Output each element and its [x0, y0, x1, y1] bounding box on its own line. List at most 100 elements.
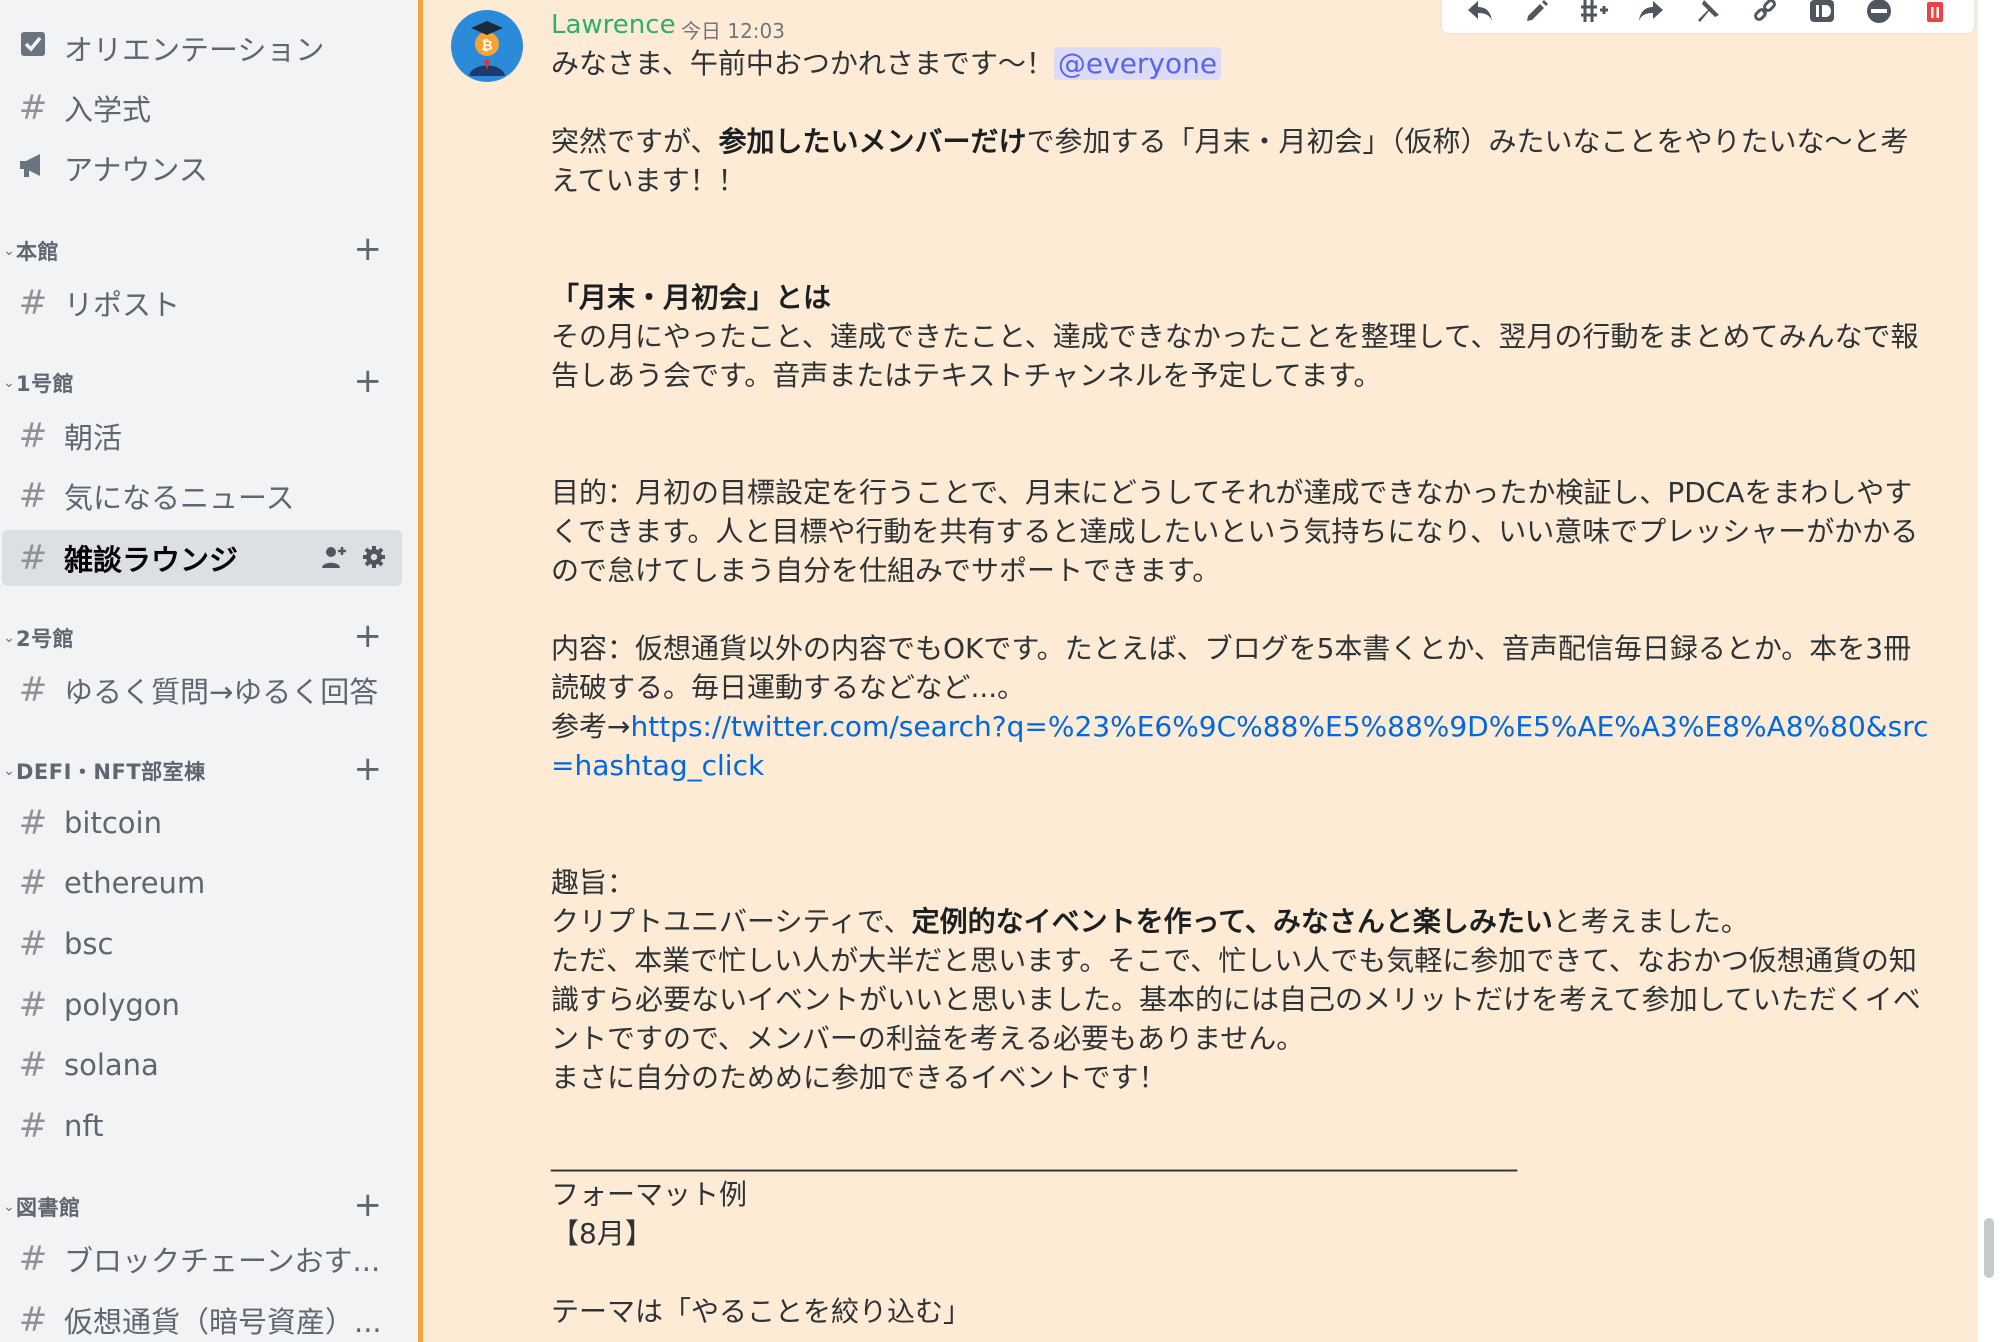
category-honkan[interactable]: ⌄ 本館 + — [0, 232, 400, 266]
purpose-paragraph: 目的：月初の目標設定を行うことで、月末にどうしてそれが達成できなかったか検証し、… — [551, 476, 1919, 587]
category-toshokan[interactable]: ⌄ 図書館 + — [0, 1188, 400, 1222]
category-label: 2号館 — [16, 627, 75, 651]
channel-orientation[interactable]: オリエンテーション — [2, 20, 402, 76]
hash-icon: # — [18, 416, 48, 456]
channel-announce[interactable]: アナウンス — [2, 140, 402, 196]
message-timestamp: 今日 12:03 — [681, 19, 785, 43]
message-pane: ₿ Lawrence 今日 12:03 みなさま、午前中おつかれさまです〜！ @… — [418, 0, 2000, 1342]
channel-label: アナウンス — [64, 153, 208, 187]
hash-icon: # — [18, 476, 48, 516]
channel-repost[interactable]: # リポスト — [2, 275, 402, 331]
channel-label: ゆるく質問→ゆるく回答 — [64, 675, 379, 709]
category-label: 1号館 — [16, 372, 75, 396]
chevron-down-icon: ⌄ — [3, 1199, 15, 1215]
copy-id-icon[interactable] — [1807, 0, 1837, 25]
hash-icon: # — [18, 803, 48, 843]
scrollbar[interactable] — [1984, 1218, 1994, 1278]
svg-text:₿: ₿ — [481, 38, 492, 54]
megaphone-icon — [2, 148, 64, 188]
chevron-down-icon: ⌄ — [3, 243, 15, 259]
create-channel-button[interactable]: + — [354, 619, 383, 653]
hash-icon: # — [18, 863, 48, 903]
hash-icon: # — [18, 1239, 48, 1279]
category-2gokan[interactable]: ⌄ 2号館 + — [0, 619, 400, 653]
hash-icon: # — [18, 1106, 48, 1146]
channel-zatsudan-lounge[interactable]: # 雑談ラウンジ — [2, 530, 402, 586]
channel-bsc[interactable]: # bsc — [2, 916, 402, 972]
everyone-mention[interactable]: @everyone — [1053, 47, 1222, 80]
message-author[interactable]: Lawrence — [551, 10, 676, 40]
reference-line: 参考→https://twitter.com/search?q=%23%E6%9… — [551, 710, 1929, 782]
separator-line: ________________________________________… — [551, 1139, 1517, 1172]
hash-icon: # — [18, 985, 48, 1025]
channel-kasou-tsuka[interactable]: # 仮想通貨（暗号資産）... — [2, 1292, 402, 1342]
section-heading: 「月末・月初会」とは — [551, 281, 832, 314]
gear-icon[interactable] — [362, 545, 386, 573]
hash-icon: # — [18, 670, 48, 710]
channel-nft[interactable]: # nft — [2, 1098, 402, 1154]
category-1gokan[interactable]: ⌄ 1号館 + — [0, 364, 400, 398]
more-actions-icon[interactable] — [1864, 0, 1894, 25]
description-paragraph: その月にやったこと、達成できたこと、達成できなかったことを整理して、翌月の行動を… — [551, 320, 1919, 392]
channel-label: ブロックチェーンおす... — [64, 1244, 381, 1278]
channel-polygon[interactable]: # polygon — [2, 977, 402, 1033]
format-month: 【8月】 — [551, 1217, 653, 1250]
hash-icon: # — [18, 88, 48, 128]
hash-icon: # — [18, 538, 48, 578]
channel-nyugakushiki[interactable]: # 入学式 — [2, 80, 402, 136]
channel-blockchain-osusume[interactable]: # ブロックチェーンおす... — [2, 1231, 402, 1287]
create-thread-icon[interactable] — [1579, 0, 1609, 25]
format-title: フォーマット例 — [551, 1178, 748, 1211]
content-paragraph: 内容：仮想通貨以外の内容でもOKです。たとえば、ブログを5本書くとか、音声配信毎… — [551, 632, 1912, 704]
channel-label: polygon — [64, 988, 180, 1022]
category-label: 図書館 — [16, 1196, 81, 1220]
channel-label: リポスト — [64, 288, 181, 322]
category-defi-nft[interactable]: ⌄ DEFI・NFT部室棟 + — [0, 752, 400, 786]
channel-label: オリエンテーション — [64, 33, 325, 67]
intent-paragraph: クリプトユニバーシティで、定例的なイベントを作って、みなさんと楽しみたいと考えま… — [551, 905, 1749, 938]
channel-yuruku-shitsumon[interactable]: # ゆるく質問→ゆるく回答 — [2, 662, 402, 718]
channel-label: ethereum — [64, 866, 206, 900]
channel-label: bsc — [64, 927, 114, 961]
create-channel-button[interactable]: + — [354, 752, 383, 786]
intro-paragraph: 突然ですが、参加したいメンバーだけで参加する「月末・月初会」（仮称）みたいなこと… — [551, 125, 1909, 197]
hash-icon: # — [18, 1300, 48, 1340]
create-channel-button[interactable]: + — [354, 364, 383, 398]
message-toolbar — [1441, 0, 1975, 34]
highlighted-message: ₿ Lawrence 今日 12:03 みなさま、午前中おつかれさまです〜！ @… — [418, 0, 1978, 1342]
channel-label: 気になるニュース — [64, 481, 295, 515]
channel-label: 朝活 — [64, 421, 123, 455]
channel-label: 入学式 — [64, 93, 152, 127]
channel-actions — [320, 544, 386, 574]
intent-title: 趣旨： — [551, 866, 636, 899]
channel-label: solana — [64, 1048, 159, 1082]
channel-bitcoin[interactable]: # bitcoin — [2, 795, 402, 851]
channel-label: 仮想通貨（暗号資産）... — [64, 1305, 382, 1339]
forward-icon[interactable] — [1636, 0, 1666, 25]
chevron-down-icon: ⌄ — [3, 763, 15, 779]
channel-asakatsu[interactable]: # 朝活 — [2, 408, 402, 464]
pin-icon[interactable] — [1693, 0, 1723, 25]
channel-sidebar: オリエンテーション # 入学式 アナウンス ⌄ 本館 + # リポスト ⌄ 1号… — [0, 0, 418, 1342]
message-content: みなさま、午前中おつかれさまです〜！ @everyone 突然ですが、参加したいメ… — [551, 44, 1931, 1331]
create-channel-button[interactable]: + — [354, 232, 383, 266]
channel-ethereum[interactable]: # ethereum — [2, 855, 402, 911]
checkbox-icon — [2, 28, 64, 68]
channel-solana[interactable]: # solana — [2, 1037, 402, 1093]
channel-label: nft — [64, 1109, 104, 1143]
channel-label: 雑談ラウンジ — [64, 543, 239, 577]
hash-icon: # — [18, 1045, 48, 1085]
invite-icon[interactable] — [320, 544, 348, 574]
chevron-down-icon: ⌄ — [3, 375, 15, 391]
greeting-text: みなさま、午前中おつかれさまです〜！ — [551, 47, 1054, 80]
avatar[interactable]: ₿ — [451, 10, 523, 82]
closing-line: まさに自分のためめに参加できるイベントです！ — [551, 1061, 1167, 1094]
reference-link[interactable]: https://twitter.com/search?q=%23%E6%9C%8… — [551, 710, 1929, 782]
reply-icon[interactable] — [1465, 0, 1495, 25]
copy-link-icon[interactable] — [1750, 0, 1780, 25]
create-channel-button[interactable]: + — [354, 1188, 383, 1222]
delete-icon[interactable] — [1920, 0, 1950, 25]
busy-paragraph: ただ、本業で忙しい人が大半だと思います。そこで、忙しい人でも気軽に参加できて、な… — [551, 944, 1921, 1055]
channel-news[interactable]: # 気になるニュース — [2, 468, 402, 524]
edit-icon[interactable] — [1522, 0, 1552, 25]
